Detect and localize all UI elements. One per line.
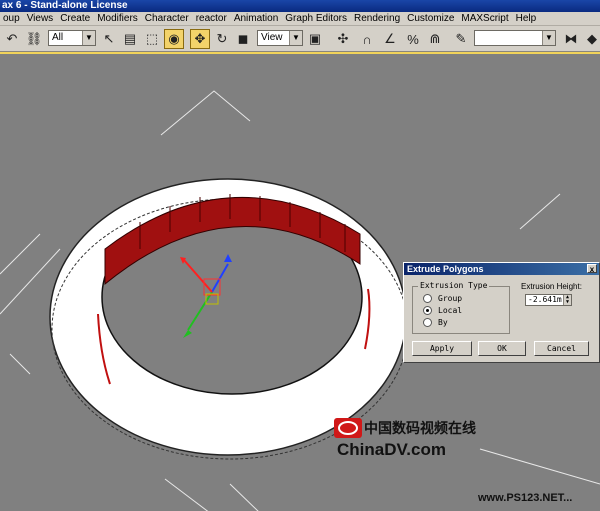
radio-checked-icon	[423, 306, 432, 315]
reference-coord-dropdown[interactable]: View ▼	[257, 30, 303, 46]
edit-named-selection-icon[interactable]: ✎	[451, 29, 471, 49]
ok-button[interactable]: OK	[478, 341, 526, 356]
menu-item-views[interactable]: Views	[24, 13, 58, 24]
mirror-icon[interactable]: ⧓	[561, 29, 581, 49]
extrusion-type-group: Extrusion Type Group Local By	[412, 281, 510, 334]
main-toolbar: ↶ ⛓ All ▼ ↖ ▤ ⬚ ◉ ✥ ↻ ◼ View ▼ ▣ ✣ ∩ ∠ %…	[0, 26, 600, 52]
menu-item-character[interactable]: Character	[142, 13, 193, 24]
select-by-name-icon[interactable]: ▤	[120, 29, 140, 49]
percent-snap-icon[interactable]: %	[403, 29, 423, 49]
radio-by-polygon[interactable]: By	[423, 317, 448, 328]
scale-icon[interactable]: ◼	[233, 29, 253, 49]
align-icon[interactable]: ◆	[582, 29, 600, 49]
dialog-title-bar: Extrude Polygons x	[404, 263, 599, 275]
chinadv-logo-icon	[334, 418, 362, 438]
manipulate-icon[interactable]: ✣	[333, 29, 353, 49]
select-arrow-icon[interactable]: ↖	[99, 29, 119, 49]
radio-group[interactable]: Group	[423, 293, 462, 304]
radio-local[interactable]: Local	[423, 305, 462, 316]
menu-bar: oup Views Create Modifiers Character rea…	[0, 12, 600, 26]
undo-icon[interactable]: ↶	[2, 29, 22, 49]
chevron-down-icon: ▼	[542, 31, 555, 45]
radio-circle-icon	[423, 294, 432, 303]
chevron-down-icon: ▼	[82, 31, 95, 45]
watermark-chinese: 中国数码视频在线	[364, 420, 476, 436]
menu-item-maxscript[interactable]: MAXScript	[458, 13, 512, 24]
close-icon[interactable]: x	[587, 264, 597, 274]
extrude-polygons-dialog: Extrude Polygons x Extrusion Type Group …	[403, 262, 600, 363]
menu-item-create[interactable]: Create	[57, 13, 94, 24]
link-icon[interactable]: ⛓	[24, 29, 44, 49]
snap-3d-icon[interactable]: ∩	[357, 29, 377, 49]
extrusion-height-spinner[interactable]: -2.641m ▲ ▼	[525, 294, 572, 306]
watermark-url: www.PS123.NET...	[478, 492, 573, 504]
window-title: ax 6 - Stand-alone License	[0, 0, 600, 12]
menu-item-rendering[interactable]: Rendering	[351, 13, 404, 24]
spinner-arrows-icon[interactable]: ▲ ▼	[563, 295, 571, 305]
radio-circle-icon	[423, 318, 432, 327]
apply-button[interactable]: Apply	[412, 341, 472, 356]
extrusion-height-label: Extrusion Height:	[521, 282, 582, 291]
move-icon[interactable]: ✥	[190, 29, 210, 49]
menu-item-group[interactable]: oup	[0, 13, 24, 24]
menu-item-animation[interactable]: Animation	[231, 13, 282, 24]
spinner-snap-icon[interactable]: ⋒	[425, 29, 445, 49]
menu-item-help[interactable]: Help	[513, 13, 541, 24]
menu-item-customize[interactable]: Customize	[404, 13, 458, 24]
selection-filter-dropdown[interactable]: All ▼	[48, 30, 96, 46]
window-crossing-icon[interactable]: ◉	[164, 29, 184, 49]
chevron-down-icon: ▼	[289, 31, 302, 45]
cancel-button[interactable]: Cancel	[534, 341, 589, 356]
menu-item-reactor[interactable]: reactor	[193, 13, 231, 24]
watermark-site: ChinaDV.com	[337, 440, 446, 459]
pivot-icon[interactable]: ▣	[305, 29, 325, 49]
angle-snap-icon[interactable]: ∠	[380, 29, 400, 49]
menu-item-graph-editors[interactable]: Graph Editors	[282, 13, 351, 24]
named-selection-dropdown[interactable]: ▼	[474, 30, 556, 46]
menu-item-modifiers[interactable]: Modifiers	[94, 13, 142, 24]
rotate-icon[interactable]: ↻	[212, 29, 232, 49]
group-label: Extrusion Type	[418, 281, 490, 290]
region-select-icon[interactable]: ⬚	[142, 29, 162, 49]
